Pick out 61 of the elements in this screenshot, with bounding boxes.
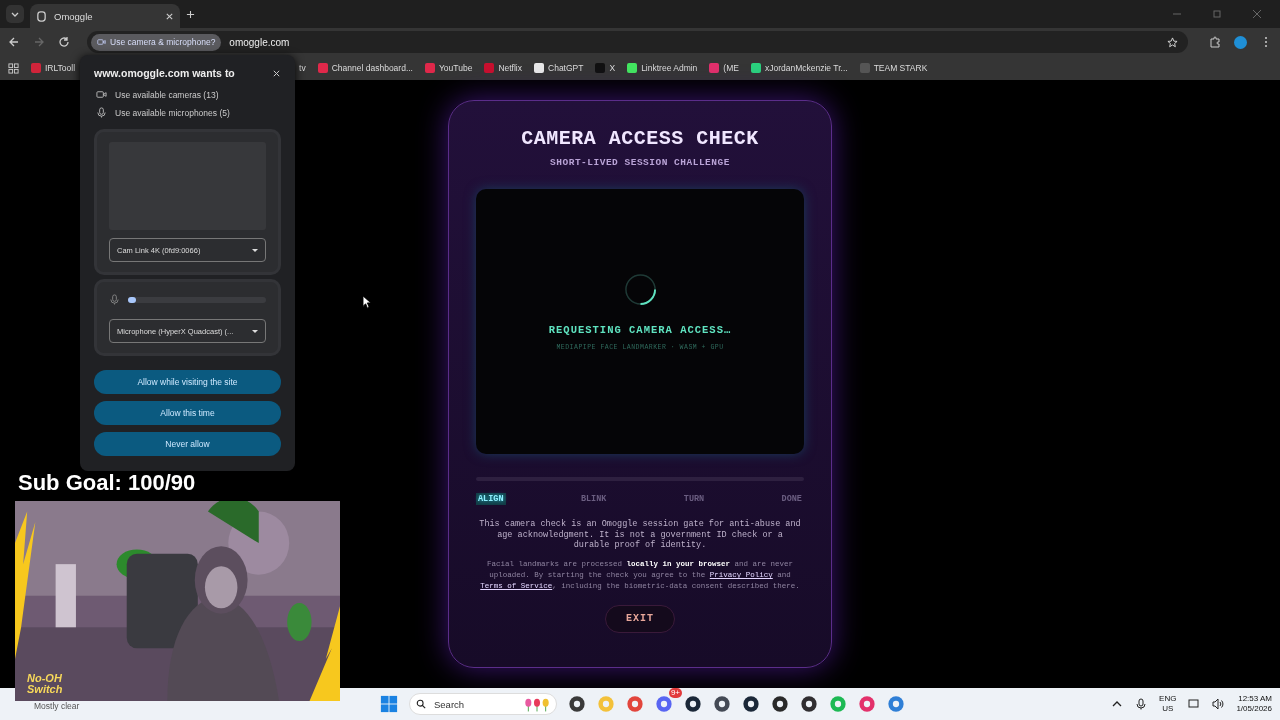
bookmark[interactable]: YouTube: [425, 63, 473, 73]
loading-spinner-icon: [623, 272, 657, 306]
tab-list-button[interactable]: [6, 5, 24, 23]
notification-badge: 9+: [668, 688, 682, 698]
permission-button[interactable]: Allow this time: [94, 401, 281, 425]
profile-avatar[interactable]: [1234, 35, 1247, 49]
bookmark[interactable]: TEAM STARK: [859, 63, 928, 73]
tab-title: Omoggle: [54, 10, 94, 22]
caret-icon: [252, 248, 258, 252]
step-label: BLINK: [579, 493, 608, 505]
flowers-icon: [524, 696, 550, 712]
reload-icon[interactable]: [58, 36, 70, 48]
card-title: CAMERA ACCESS CHECK: [521, 127, 759, 150]
card-subtitle: SHORT-LIVED SESSION CHALLENGE: [550, 157, 730, 168]
url-text: omoggle.com: [229, 36, 290, 48]
permission-label: Use available microphones (5): [115, 107, 230, 118]
address-bar[interactable]: Use camera & microphone? omoggle.com: [87, 31, 1188, 53]
bookmark[interactable]: Channel dashboard...: [317, 63, 413, 73]
exit-button[interactable]: EXIT: [605, 604, 675, 633]
language-indicator[interactable]: ENG US: [1159, 694, 1177, 714]
permission-button[interactable]: Allow while visiting the site: [94, 370, 281, 394]
step-label: TURN: [682, 493, 706, 505]
speaker-icon[interactable]: [1212, 698, 1225, 710]
permission-chip[interactable]: Use camera & microphone?: [91, 33, 222, 51]
bookmark[interactable]: ChatGPT: [534, 63, 584, 73]
weather-text: Mostly clear: [34, 701, 80, 711]
puzzle-icon[interactable]: [1209, 36, 1221, 48]
apps-icon[interactable]: [8, 62, 19, 74]
dialog-title: www.omoggle.com wants to: [94, 67, 235, 79]
bookmark[interactable]: Netflix: [484, 63, 522, 73]
bookmark[interactable]: IRLTooll: [31, 63, 76, 73]
back-icon[interactable]: [8, 36, 20, 48]
camera-icon: [97, 38, 106, 46]
search-field[interactable]: Search: [409, 693, 557, 715]
windows-icon[interactable]: [380, 695, 398, 713]
permission-label: Use available cameras (13): [115, 89, 219, 100]
star-icon[interactable]: [1167, 36, 1178, 48]
status-text: REQUESTING CAMERA ACCESS…: [548, 323, 732, 336]
notice-paragraph: This camera check is an Omoggle session gate for anti-abuse and age acknowledgment. It is not a government ID check or a durable proof of identity.: [478, 519, 802, 551]
chip-label: Use camera & microphone?: [110, 37, 216, 47]
microphone-icon[interactable]: [1135, 698, 1148, 710]
search-icon: [416, 699, 426, 709]
bookmark[interactable]: X: [595, 63, 616, 73]
caret-icon: [252, 329, 258, 333]
bookmark[interactable]: tv: [299, 63, 306, 73]
app-icon[interactable]: [568, 695, 586, 713]
clock[interactable]: 12:53 AM 1/05/2026: [1236, 694, 1272, 714]
bookmark[interactable]: Linktree Admin: [627, 63, 698, 73]
microphone-icon: [109, 294, 120, 305]
permission-button[interactable]: Never allow: [94, 432, 281, 456]
network-icon[interactable]: [1188, 698, 1201, 710]
bookmark[interactable]: (ME: [709, 63, 739, 73]
camera-icon: [96, 89, 107, 100]
new-tab-icon[interactable]: [186, 9, 195, 19]
mouse-cursor-icon: [362, 295, 371, 309]
browser-tab[interactable]: Omoggle: [30, 4, 180, 28]
microphone-icon: [96, 107, 107, 118]
bookmark[interactable]: xJordanMckenzie Tr...: [750, 63, 848, 73]
step-label: DONE: [780, 493, 803, 505]
channel-logo-text: No-OH Switch: [27, 673, 63, 695]
sub-goal-text: Sub Goal: 100/90: [18, 470, 197, 496]
